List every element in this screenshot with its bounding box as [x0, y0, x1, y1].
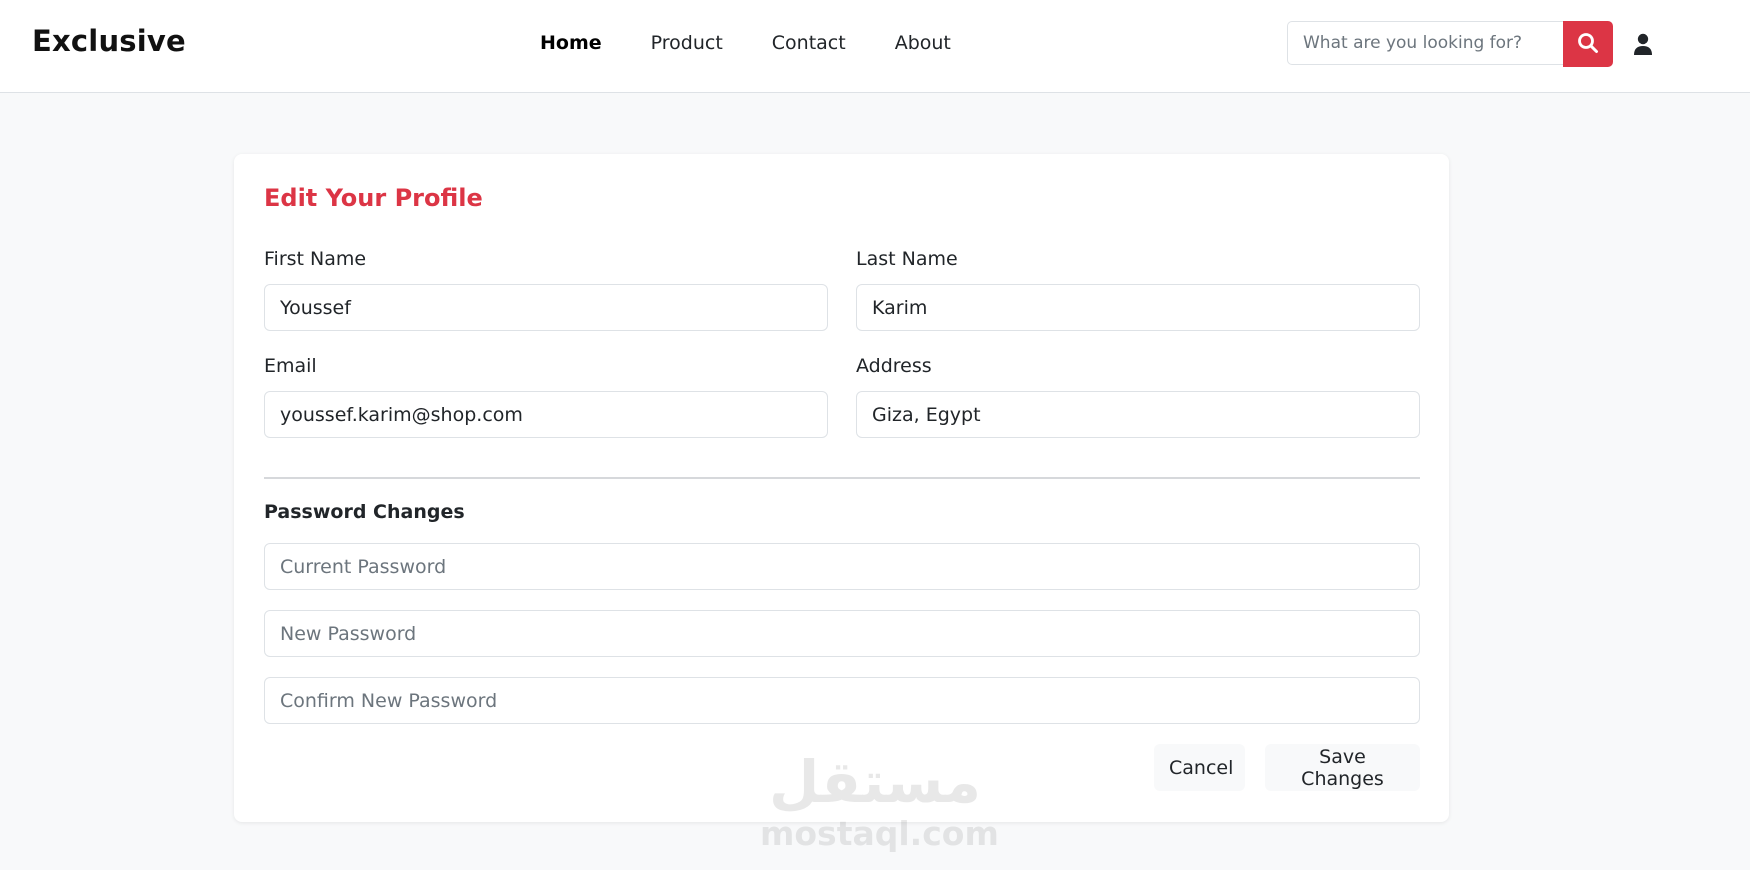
- confirm-password-field[interactable]: [264, 677, 1420, 724]
- save-changes-button[interactable]: Save Changes: [1265, 744, 1420, 791]
- new-password-field[interactable]: [264, 610, 1420, 657]
- last-name-label: Last Name: [856, 248, 958, 270]
- cancel-button[interactable]: Cancel: [1154, 744, 1245, 791]
- last-name-field[interactable]: [856, 284, 1420, 331]
- nav-link-home[interactable]: Home: [540, 32, 602, 54]
- edit-profile-card: Edit Your Profile First Name Last Name E…: [234, 154, 1449, 822]
- first-name-label: First Name: [264, 248, 367, 270]
- current-password-field[interactable]: [264, 543, 1420, 590]
- user-icon[interactable]: [1631, 31, 1655, 57]
- page-title: Edit Your Profile: [264, 184, 483, 212]
- top-navbar: Exclusive Home Product Contact About: [0, 0, 1750, 93]
- email-field[interactable]: [264, 391, 828, 438]
- search-icon: [1577, 32, 1599, 57]
- nav-link-product[interactable]: Product: [651, 32, 723, 54]
- nav-link-about[interactable]: About: [895, 32, 951, 54]
- email-label: Email: [264, 355, 317, 377]
- brand-logo[interactable]: Exclusive: [32, 24, 186, 58]
- password-section-title: Password Changes: [264, 501, 465, 523]
- nav-link-contact[interactable]: Contact: [772, 32, 846, 54]
- section-divider: [264, 477, 1420, 479]
- main-nav: Home Product Contact About: [540, 32, 1000, 54]
- search-button[interactable]: [1563, 21, 1613, 67]
- address-label: Address: [856, 355, 932, 377]
- search-input[interactable]: [1287, 21, 1564, 65]
- address-field[interactable]: [856, 391, 1420, 438]
- first-name-field[interactable]: [264, 284, 828, 331]
